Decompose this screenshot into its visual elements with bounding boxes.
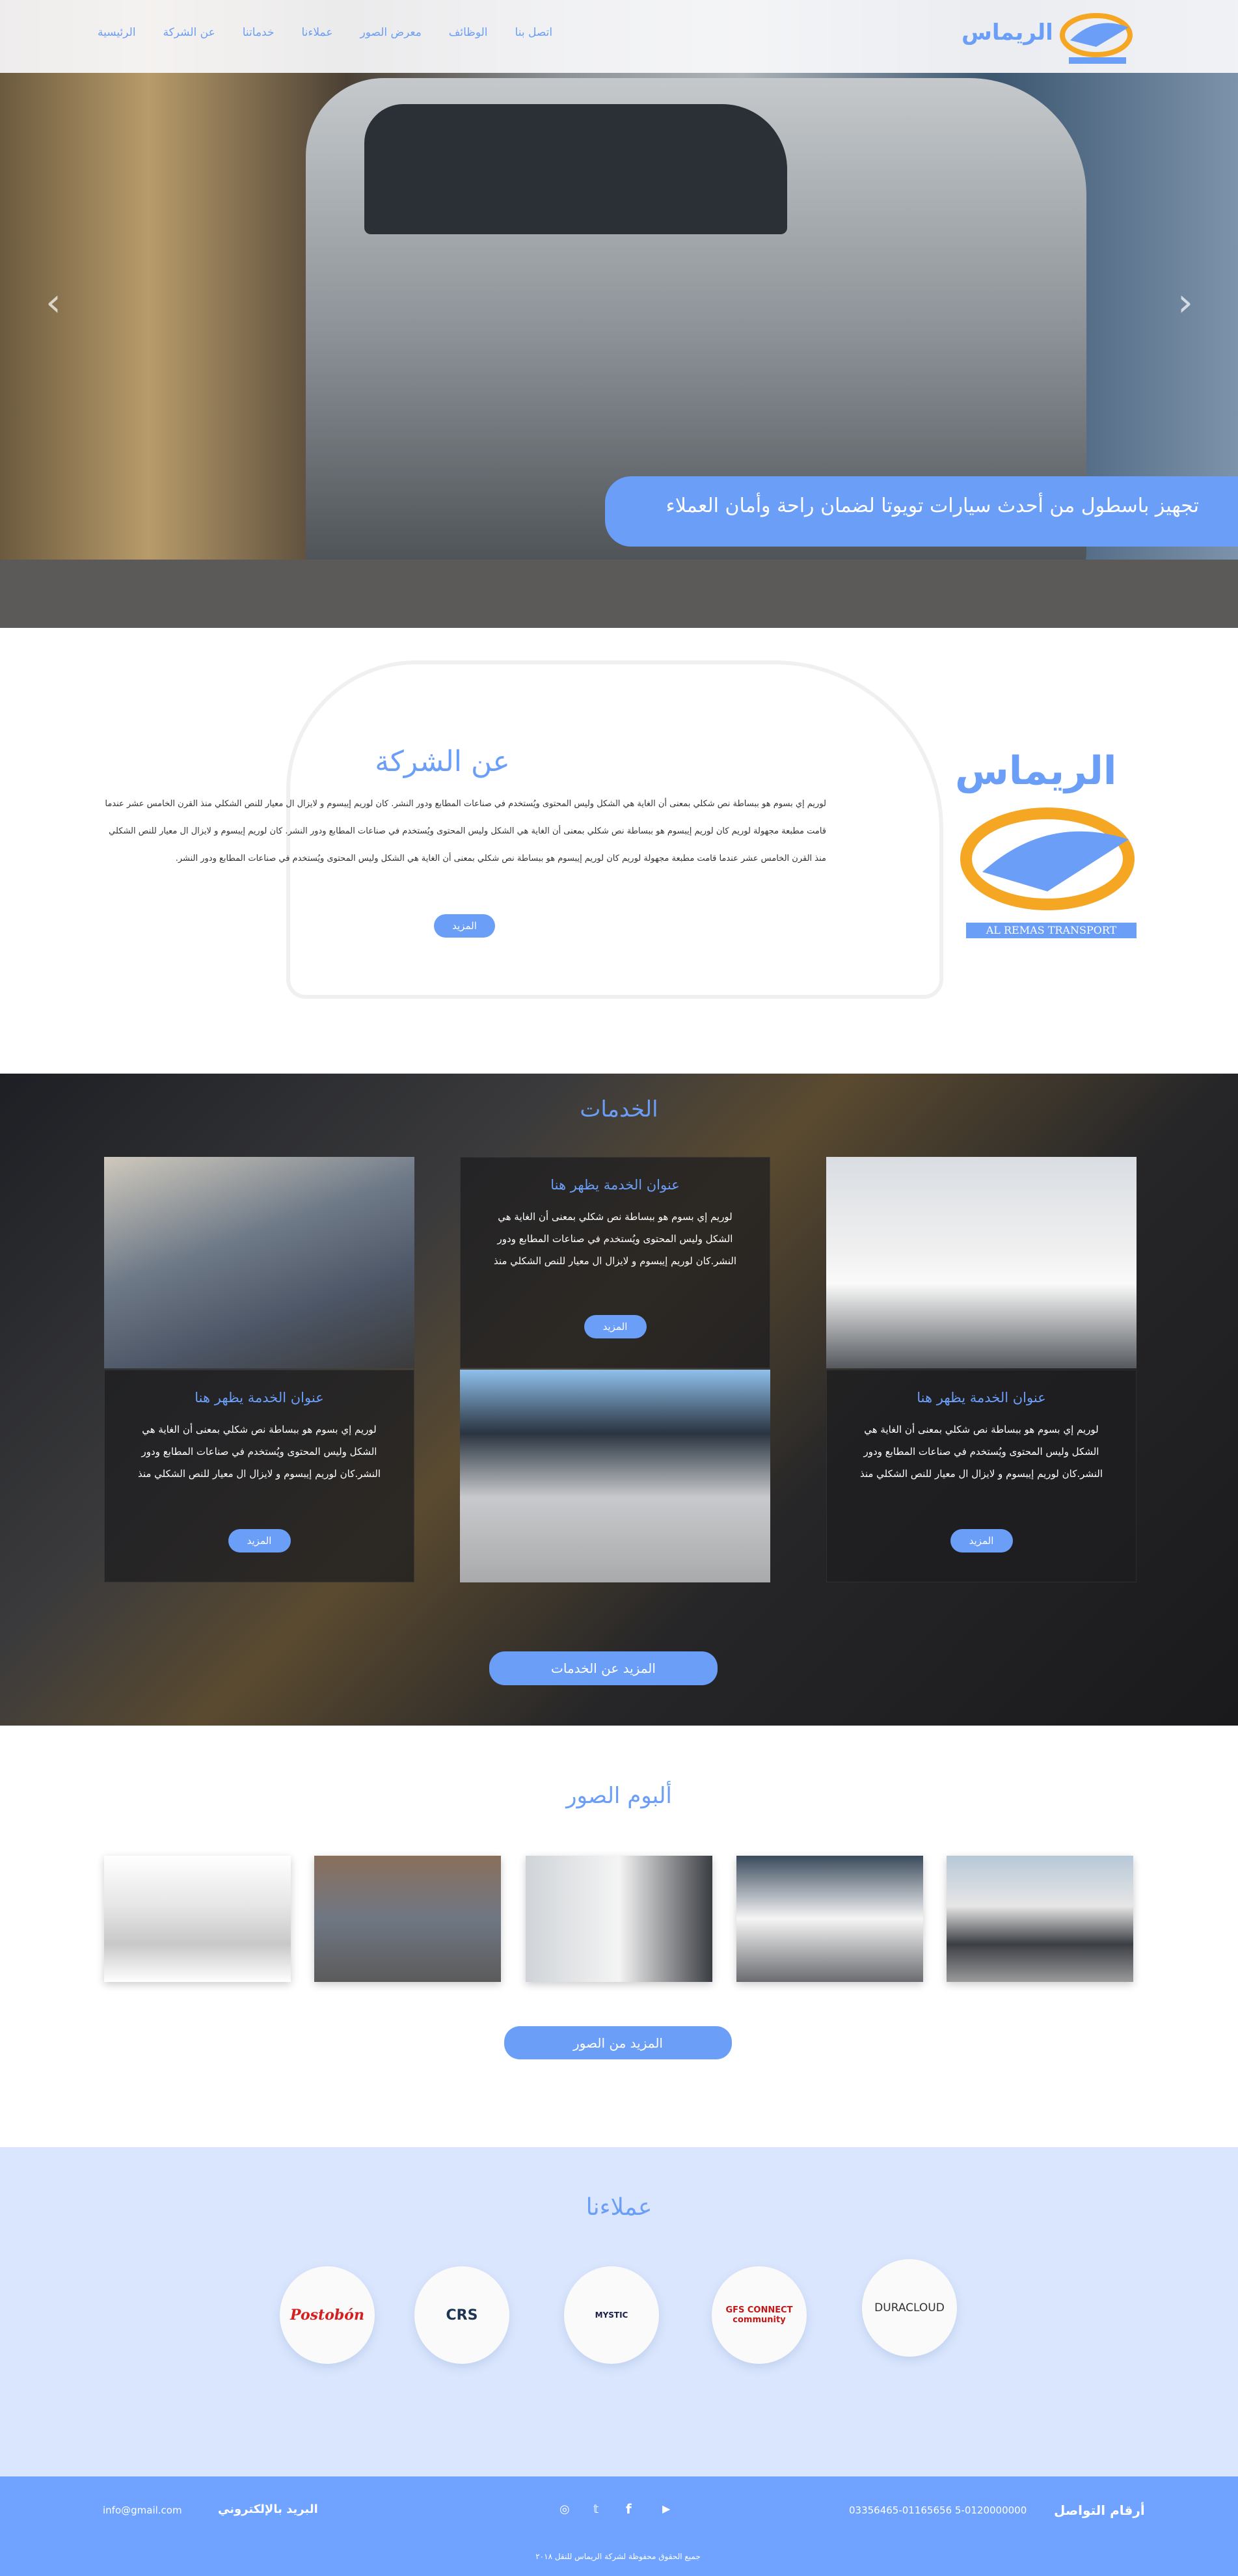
gallery-title: ألبوم الصور: [566, 1783, 672, 1809]
service-title: عنوان الخدمة يظهر هنا: [917, 1390, 1046, 1405]
gallery-image[interactable]: [314, 1856, 501, 1982]
logo-swoosh-icon: [960, 807, 1135, 910]
footer: أرقام التواصل 03356465-01165656 5-012000…: [0, 2476, 1238, 2576]
service-card: عنوان الخدمة يظهر هنا لوريم إي بسوم هو ب…: [460, 1157, 770, 1368]
about-body: لوريم إي بسوم هو ببساطة نص شكلي بمعنى أن…: [105, 799, 826, 863]
service-title: عنوان الخدمة يظهر هنا: [550, 1177, 680, 1193]
more-photos-button[interactable]: المزيد من الصور: [504, 2026, 732, 2059]
chevron-right-icon[interactable]: ›: [1177, 280, 1193, 325]
service-more-button[interactable]: المزيد: [228, 1529, 291, 1552]
chevron-left-icon[interactable]: ‹: [46, 280, 61, 325]
clients-title: عملاءنا: [585, 2194, 653, 2221]
nav-services[interactable]: خدماتنا: [243, 26, 275, 39]
about-title: عن الشركة: [375, 745, 510, 778]
service-body: لوريم إي بسوم هو ببساطة نص شكلي بمعنى أن…: [137, 1424, 381, 1480]
about-more-button[interactable]: المزيد: [434, 914, 495, 938]
service-image-white-suv: [826, 1157, 1137, 1368]
gallery-image[interactable]: [947, 1856, 1133, 1982]
services-title: الخدمات: [580, 1096, 658, 1122]
service-card: عنوان الخدمة يظهر هنا لوريم إي بسوم هو ب…: [104, 1370, 414, 1582]
facebook-icon[interactable]: f: [626, 2501, 632, 2517]
logo-icon[interactable]: [1057, 8, 1135, 66]
gallery-image[interactable]: [104, 1856, 291, 1982]
service-card: عنوان الخدمة يظهر هنا لوريم إي بسوم هو ب…: [826, 1370, 1137, 1582]
main-nav: الرئيسية عن الشركة خدماتنا عملاءنا معرض …: [98, 26, 612, 39]
more-services-button[interactable]: المزيد عن الخدمات: [489, 1651, 718, 1685]
client-logo-duracloud[interactable]: DURACLOUD: [862, 2259, 957, 2357]
youtube-icon[interactable]: ▶: [662, 2502, 670, 2515]
nav-about[interactable]: عن الشركة: [163, 26, 215, 39]
service-image-bus: [460, 1370, 770, 1582]
client-logo-postobon[interactable]: Postobón: [280, 2266, 375, 2364]
twitter-icon[interactable]: 𝕥: [593, 2502, 599, 2516]
client-logo-gfs[interactable]: GFS CONNECT community: [712, 2266, 807, 2364]
client-logo-crs[interactable]: CRS: [414, 2266, 509, 2364]
service-more-button[interactable]: المزيد: [950, 1529, 1013, 1552]
nav-jobs[interactable]: الوظائف: [449, 26, 488, 39]
phones-label: أرقام التواصل: [1054, 2502, 1145, 2518]
phones-value: 03356465-01165656 5-0120000000: [849, 2504, 1027, 2516]
email-value[interactable]: info@gmail.com: [103, 2504, 182, 2516]
company-logo: الريماس AL REMAS TRANSPORT: [950, 748, 1138, 943]
gallery-image[interactable]: [526, 1856, 712, 1982]
service-title: عنوان الخدمة يظهر هنا: [195, 1390, 324, 1405]
gallery-image[interactable]: [736, 1856, 923, 1982]
logo-name: الريماس: [955, 748, 1117, 794]
nav-contact[interactable]: اتصل بنا: [515, 26, 553, 39]
client-logo-mystic[interactable]: MYSTIC: [564, 2266, 659, 2364]
hero-caption: تجهيز باسطول من أحدث سيارات تويوتا لضمان…: [605, 476, 1238, 547]
logo-tagline: AL REMAS TRANSPORT: [966, 923, 1137, 938]
road: [0, 560, 1238, 628]
service-body: لوريم إي بسوم هو ببساطة نص شكلي بمعنى أن…: [493, 1211, 737, 1267]
instagram-icon[interactable]: ◎: [559, 2502, 570, 2516]
van-windshield: [364, 104, 787, 234]
service-image-suv: [104, 1157, 414, 1368]
header: الرئيسية عن الشركة خدماتنا عملاءنا معرض …: [0, 0, 1238, 73]
nav-clients[interactable]: عملاءنا: [301, 26, 332, 39]
nav-gallery[interactable]: معرض الصور: [360, 26, 422, 39]
email-label: البريد بالإلكتروني: [218, 2502, 318, 2516]
nav-home[interactable]: الرئيسية: [98, 26, 136, 39]
service-more-button[interactable]: المزيد: [584, 1315, 647, 1338]
copyright: جميع الحقوق محفوظة لشركة الريماس للنقل ٢…: [535, 2552, 701, 2561]
service-body: لوريم إي بسوم هو ببساطة نص شكلي بمعنى أن…: [859, 1424, 1103, 1480]
logo-text[interactable]: الريماس: [962, 20, 1053, 46]
